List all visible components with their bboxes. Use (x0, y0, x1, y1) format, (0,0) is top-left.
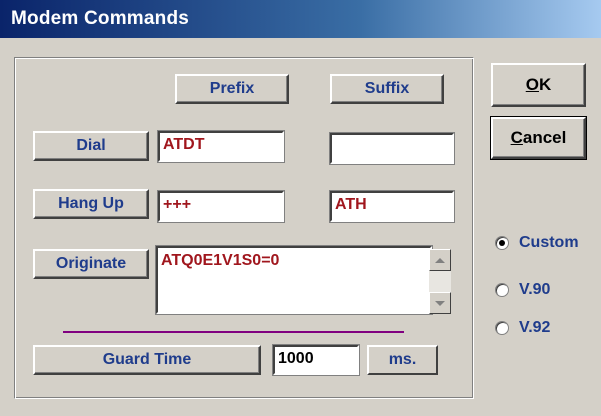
radio-selected-dot (499, 240, 505, 246)
arrow-up-icon (435, 257, 445, 263)
cancel-button[interactable]: Cancel (490, 116, 587, 160)
radio-indicator[interactable] (495, 283, 509, 297)
radio-v90-label: V.90 (519, 281, 551, 298)
originate-scrollbar[interactable] (429, 249, 451, 314)
dial-button[interactable]: Dial (33, 131, 149, 161)
arrow-down-icon (435, 300, 445, 306)
hang-up-button[interactable]: Hang Up (33, 189, 149, 219)
ok-label: K (538, 75, 552, 94)
dial-prefix-field[interactable]: ATDT (158, 131, 284, 162)
originate-button[interactable]: Originate (33, 249, 149, 279)
cancel-mnemonic: C (510, 128, 523, 147)
radio-v92[interactable]: V.92 (495, 319, 550, 337)
radio-v90[interactable]: V.90 (495, 281, 550, 299)
originate-field[interactable]: ATQ0E1V1S0=0 (156, 246, 432, 314)
hangup-suffix-field[interactable]: ATH (330, 191, 454, 222)
radio-custom-label: Custom (519, 234, 579, 251)
ok-button[interactable]: OK (491, 63, 586, 107)
radio-indicator[interactable] (495, 236, 509, 250)
scroll-down-button[interactable] (429, 292, 451, 314)
radio-v92-label: V.92 (519, 319, 551, 336)
ok-mnemonic: O (525, 75, 539, 94)
guard-time-field[interactable]: 1000 (273, 345, 359, 375)
window-title: Modem Commands (11, 8, 190, 29)
scroll-up-button[interactable] (429, 249, 451, 271)
suffix-button[interactable]: Suffix (330, 74, 444, 104)
guard-time-button[interactable]: Guard Time (33, 345, 261, 375)
radio-custom[interactable]: Custom (495, 234, 579, 252)
guard-time-unit: ms. (367, 345, 438, 375)
dial-suffix-field[interactable] (330, 133, 454, 164)
hangup-prefix-field[interactable]: +++ (158, 191, 284, 222)
cancel-label: ancel (522, 128, 567, 147)
title-bar[interactable]: Modem Commands (0, 0, 601, 38)
separator-line (63, 331, 404, 333)
prefix-button[interactable]: Prefix (175, 74, 289, 104)
radio-indicator[interactable] (495, 321, 509, 335)
